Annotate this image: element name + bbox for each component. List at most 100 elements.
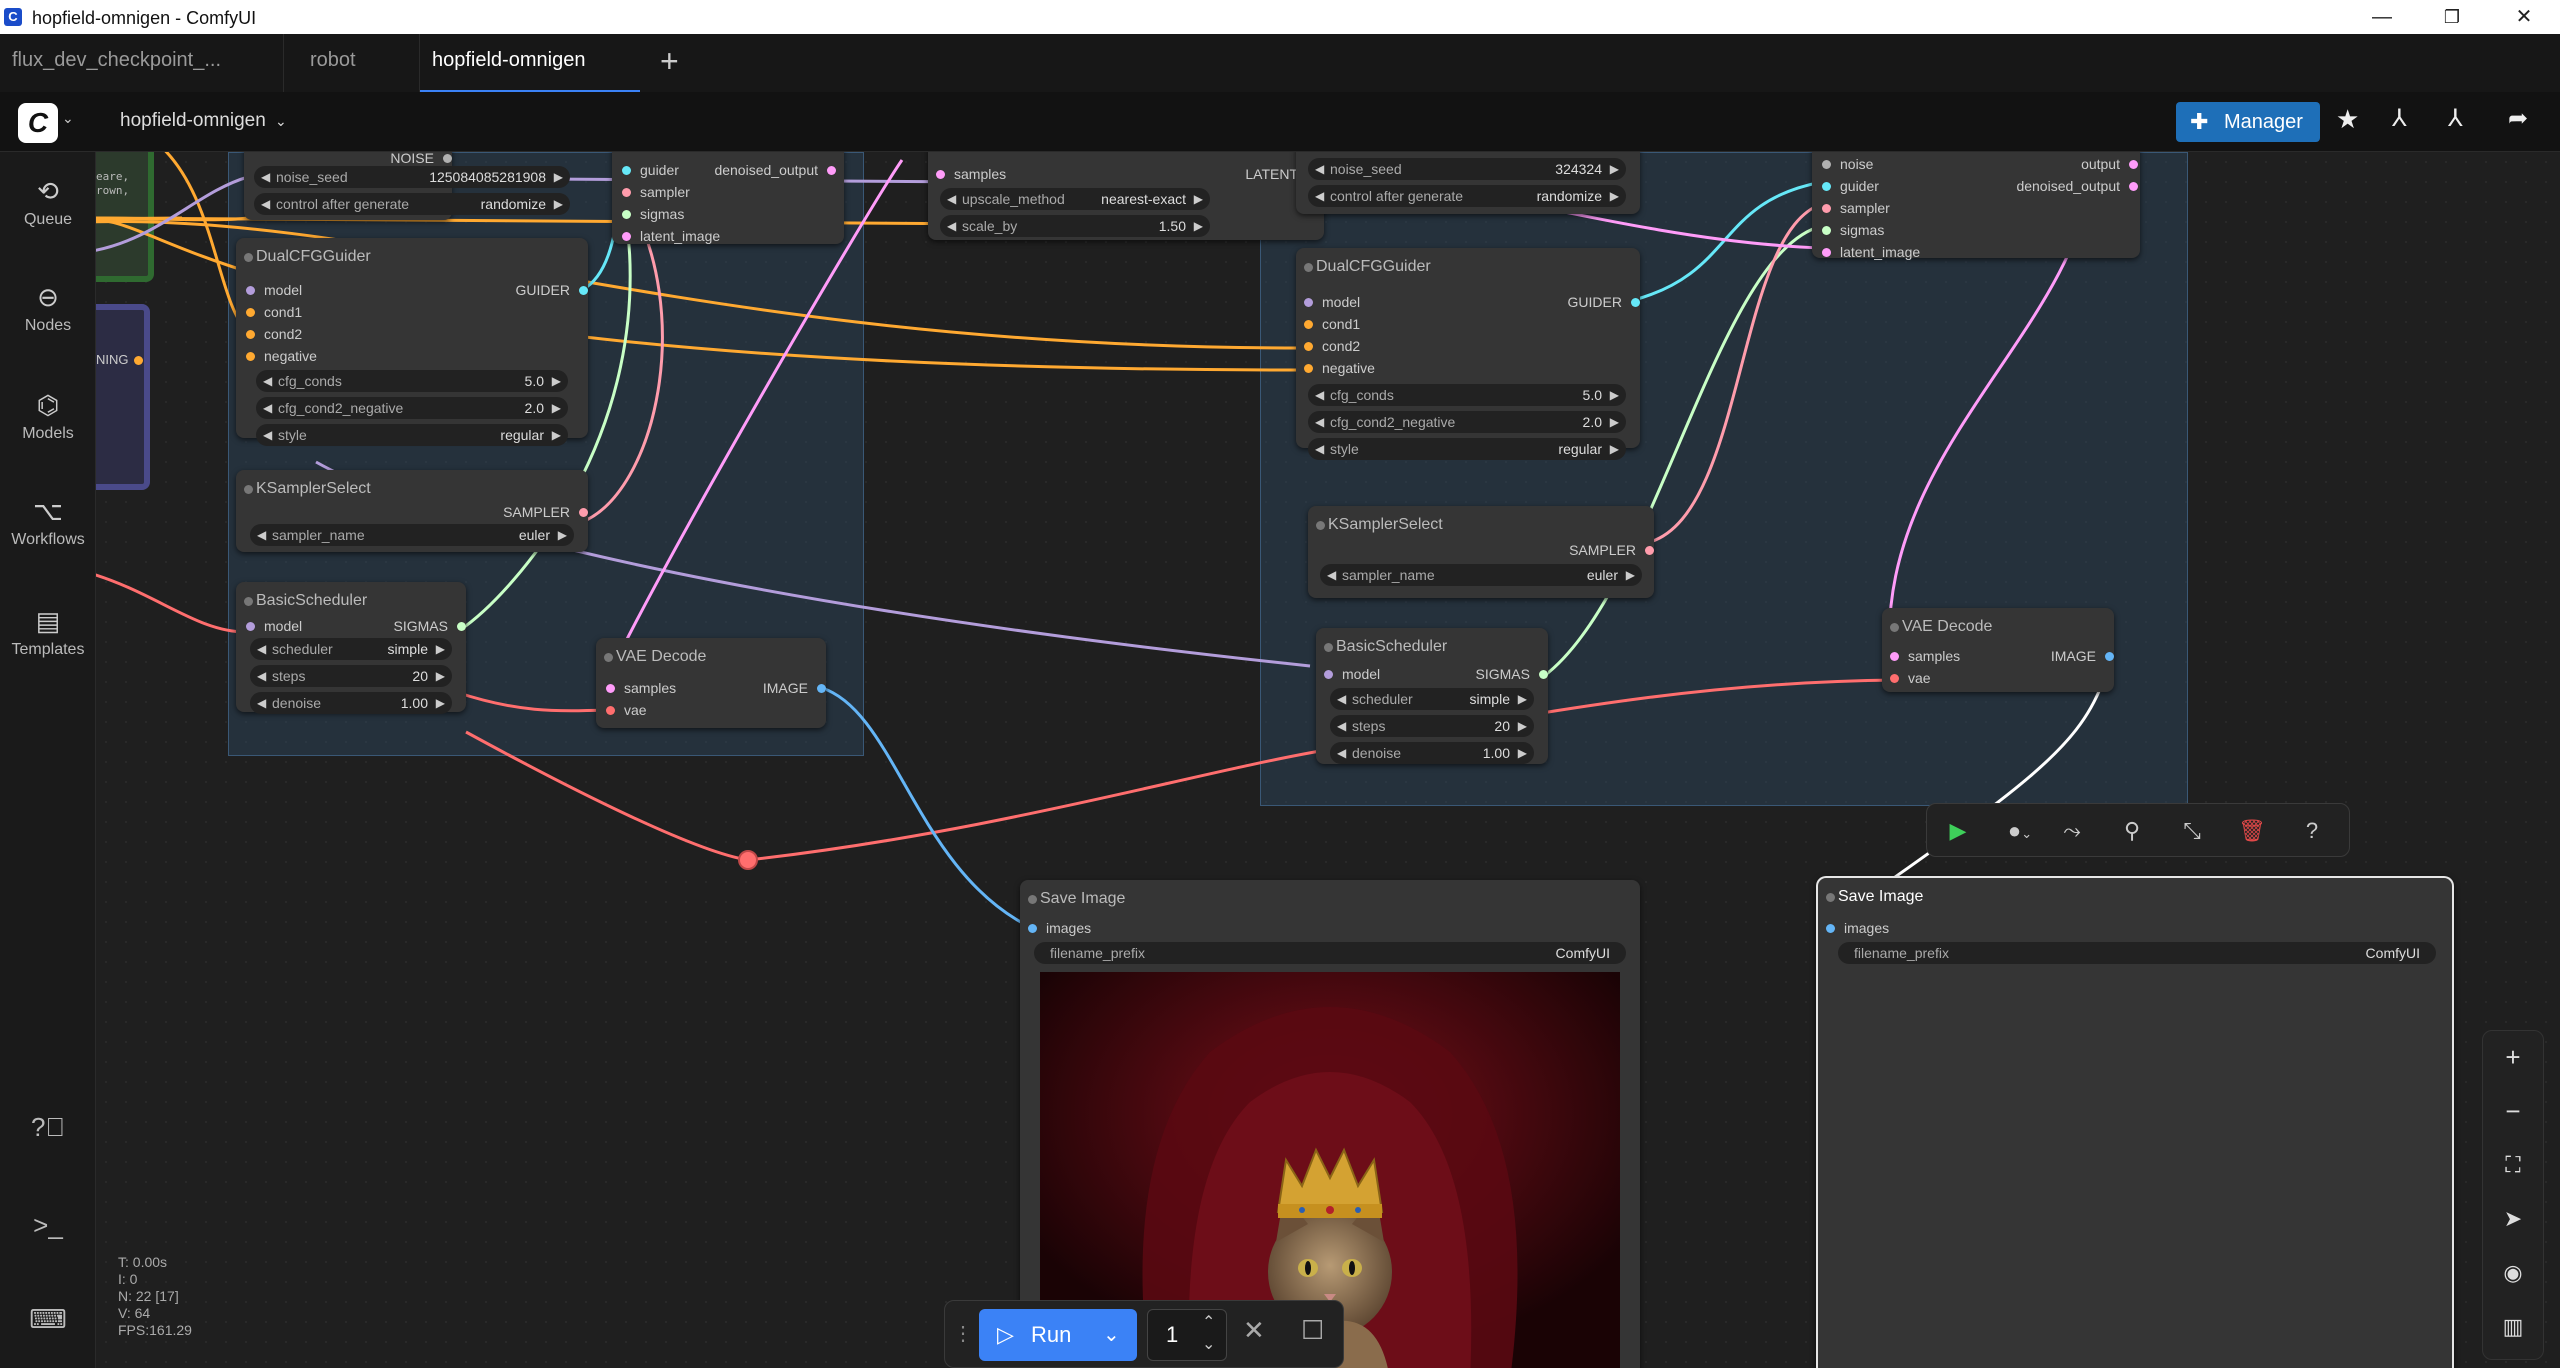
pin[interactable] bbox=[1822, 248, 1831, 257]
increment-arrow-icon[interactable]: ▶ bbox=[554, 166, 563, 188]
samples-input[interactable]: samples bbox=[936, 166, 1006, 182]
vae-decode-node-right[interactable]: VAE Decode samples IMAGE vae bbox=[1882, 608, 2114, 692]
noise-seed-widget[interactable]: ◀ noise_seed 324324 ▶ bbox=[1308, 158, 1626, 180]
dual-cfg-guider-node-right[interactable]: DualCFGGuider model GUIDER cond1 cond2 n… bbox=[1296, 248, 1640, 460]
collapse-dot[interactable] bbox=[244, 597, 253, 606]
pin[interactable] bbox=[817, 684, 826, 693]
tab-robot[interactable]: robot bbox=[298, 34, 420, 92]
increment-arrow-icon[interactable]: ▶ bbox=[1626, 564, 1635, 586]
close-window-button[interactable]: ✕ bbox=[2504, 3, 2544, 31]
cond2-input[interactable]: cond2 bbox=[1304, 338, 1360, 354]
increment-arrow-icon[interactable]: ▶ bbox=[436, 638, 445, 660]
upscale-method-widget[interactable]: ◀ upscale_method nearest-exact ▶ bbox=[940, 188, 1210, 210]
increment-arrow-icon[interactable]: ▶ bbox=[552, 370, 561, 392]
collapse-dot[interactable] bbox=[1890, 623, 1899, 632]
minimize-button[interactable]: — bbox=[2362, 3, 2402, 31]
decrement-arrow-icon[interactable]: ◀ bbox=[1315, 185, 1324, 207]
increment-arrow-icon[interactable]: ▶ bbox=[436, 692, 445, 714]
decrement-arrow-icon[interactable]: ◀ bbox=[263, 370, 272, 392]
help-icon[interactable]: ? bbox=[2297, 816, 2327, 846]
pin[interactable] bbox=[1631, 298, 1640, 307]
pin[interactable] bbox=[2129, 182, 2138, 191]
increment-arrow-icon[interactable]: ▶ bbox=[558, 524, 567, 546]
latent-image-input[interactable]: latent_image bbox=[622, 228, 720, 244]
decrement-arrow-icon[interactable]: ◀ bbox=[257, 692, 266, 714]
save-image-node-left[interactable]: Save Image images filename_prefix ComfyUI bbox=[1020, 880, 1640, 1368]
run-button[interactable]: ▷ Run ⌄ bbox=[979, 1309, 1137, 1361]
decrement-arrow-icon[interactable]: ◀ bbox=[1315, 411, 1324, 433]
pin[interactable] bbox=[246, 308, 255, 317]
sidebar-item-workflows[interactable]: ⌥ Workflows bbox=[0, 496, 96, 549]
increment-arrow-icon[interactable]: ▶ bbox=[1610, 185, 1619, 207]
comfy-logo-icon[interactable]: C bbox=[18, 103, 58, 143]
cond1-input[interactable]: cond1 bbox=[1304, 316, 1360, 332]
decrement-arrow-icon[interactable]: ◀ bbox=[261, 166, 270, 188]
random-noise-node-left[interactable]: NOISE ◀ noise_seed 125084085281908 ▶ ◀ contr… bbox=[244, 152, 570, 220]
increment-arrow-icon[interactable]: ▶ bbox=[1194, 188, 1203, 210]
collapse-dot[interactable] bbox=[244, 253, 253, 262]
increment-arrow-icon[interactable]: ▶ bbox=[554, 193, 563, 215]
model-library-icon[interactable]: ⅄ bbox=[2448, 104, 2463, 133]
pin[interactable] bbox=[1822, 160, 1831, 169]
sidebar-item-models[interactable]: ⌬ Models bbox=[0, 390, 96, 443]
sigmas-output[interactable]: SIGMAS bbox=[1476, 666, 1548, 682]
increment-chevron-icon[interactable]: ⌃ bbox=[1202, 1312, 1215, 1332]
decrement-arrow-icon[interactable]: ◀ bbox=[257, 665, 266, 687]
collapse-dot[interactable] bbox=[1316, 521, 1325, 530]
pin[interactable] bbox=[1645, 546, 1654, 555]
sampler-output[interactable]: SAMPLER bbox=[503, 504, 588, 520]
queue-count-input[interactable]: 1 ⌃ ⌄ bbox=[1147, 1309, 1227, 1361]
pin[interactable] bbox=[1890, 652, 1899, 661]
increment-arrow-icon[interactable]: ▶ bbox=[552, 424, 561, 446]
pin[interactable] bbox=[1304, 298, 1313, 307]
increment-arrow-icon[interactable]: ▶ bbox=[1518, 688, 1527, 710]
run-mode-chevron-icon[interactable]: ⌄ bbox=[1103, 1309, 1120, 1361]
sampler-custom-advanced-node-left[interactable]: guider sampler sigmas latent_image denoi… bbox=[612, 152, 844, 244]
increment-arrow-icon[interactable]: ▶ bbox=[1610, 438, 1619, 460]
decrement-chevron-icon[interactable]: ⌄ bbox=[1202, 1334, 1215, 1354]
cond1-input[interactable]: cond1 bbox=[246, 304, 302, 320]
increment-arrow-icon[interactable]: ▶ bbox=[436, 665, 445, 687]
decrement-arrow-icon[interactable]: ◀ bbox=[257, 524, 266, 546]
pin[interactable] bbox=[246, 622, 255, 631]
image-output[interactable]: IMAGE bbox=[763, 680, 826, 696]
decrement-arrow-icon[interactable]: ◀ bbox=[1315, 384, 1324, 406]
decrement-arrow-icon[interactable]: ◀ bbox=[1337, 688, 1346, 710]
pin[interactable] bbox=[622, 210, 631, 219]
samples-input[interactable]: samples bbox=[606, 680, 676, 696]
increment-arrow-icon[interactable]: ▶ bbox=[1610, 158, 1619, 180]
samples-input[interactable]: samples bbox=[1890, 648, 1960, 664]
bypass-icon[interactable]: ⤳ bbox=[2057, 816, 2087, 846]
pin[interactable] bbox=[622, 166, 631, 175]
node-library-icon[interactable]: ⅄ bbox=[2392, 104, 2407, 133]
pin[interactable] bbox=[2129, 160, 2138, 169]
sidebar-item-templates[interactable]: ▤ Templates bbox=[0, 606, 96, 659]
stop-queue-icon[interactable]: ☐ bbox=[1301, 1315, 1324, 1346]
pin-icon[interactable]: ⚲ bbox=[2117, 816, 2147, 846]
filename-prefix-widget[interactable]: filename_prefix ComfyUI bbox=[1034, 942, 1626, 964]
basic-scheduler-node-left[interactable]: BasicScheduler model SIGMAS ◀ scheduler si… bbox=[236, 582, 466, 714]
pin[interactable] bbox=[1304, 320, 1313, 329]
pointer-mode-icon[interactable]: ➤ bbox=[2483, 1199, 2543, 1239]
increment-arrow-icon[interactable]: ▶ bbox=[1518, 715, 1527, 737]
reroute-node[interactable] bbox=[738, 850, 758, 870]
pin[interactable] bbox=[622, 232, 631, 241]
minimap-icon[interactable]: ▥ bbox=[2483, 1307, 2543, 1347]
delete-trash-icon[interactable]: 🗑 bbox=[2237, 816, 2267, 846]
basic-scheduler-node-right[interactable]: BasicScheduler model SIGMAS ◀ scheduler si… bbox=[1316, 628, 1548, 764]
sampler-custom-advanced-node-right[interactable]: noise output guider denoised_output samp… bbox=[1812, 152, 2140, 260]
style-widget[interactable]: ◀ style regular ▶ bbox=[1308, 438, 1626, 460]
cfg-conds-widget[interactable]: ◀ cfg_conds 5.0 ▶ bbox=[1308, 384, 1626, 406]
pin[interactable] bbox=[579, 508, 588, 517]
control-after-generate-widget[interactable]: ◀ control after generate randomize ▶ bbox=[1308, 185, 1626, 207]
dual-cfg-guider-node-left[interactable]: DualCFGGuider model GUIDER cond1 cond2 n… bbox=[236, 238, 588, 446]
pin[interactable] bbox=[1822, 182, 1831, 191]
model-input[interactable]: model bbox=[1324, 666, 1380, 682]
collapse-dot[interactable] bbox=[1826, 893, 1835, 902]
pin[interactable] bbox=[606, 684, 615, 693]
random-noise-node-right[interactable]: ◀ noise_seed 324324 ▶ ◀ control after genera… bbox=[1296, 152, 1640, 214]
scheduler-widget[interactable]: ◀ scheduler simple ▶ bbox=[250, 638, 452, 660]
tab-hopfield-omnigen[interactable]: hopfield-omnigen bbox=[420, 34, 640, 92]
keyboard-icon[interactable]: ⌨ bbox=[0, 1304, 96, 1335]
zoom-out-icon[interactable]: − bbox=[2483, 1091, 2543, 1131]
